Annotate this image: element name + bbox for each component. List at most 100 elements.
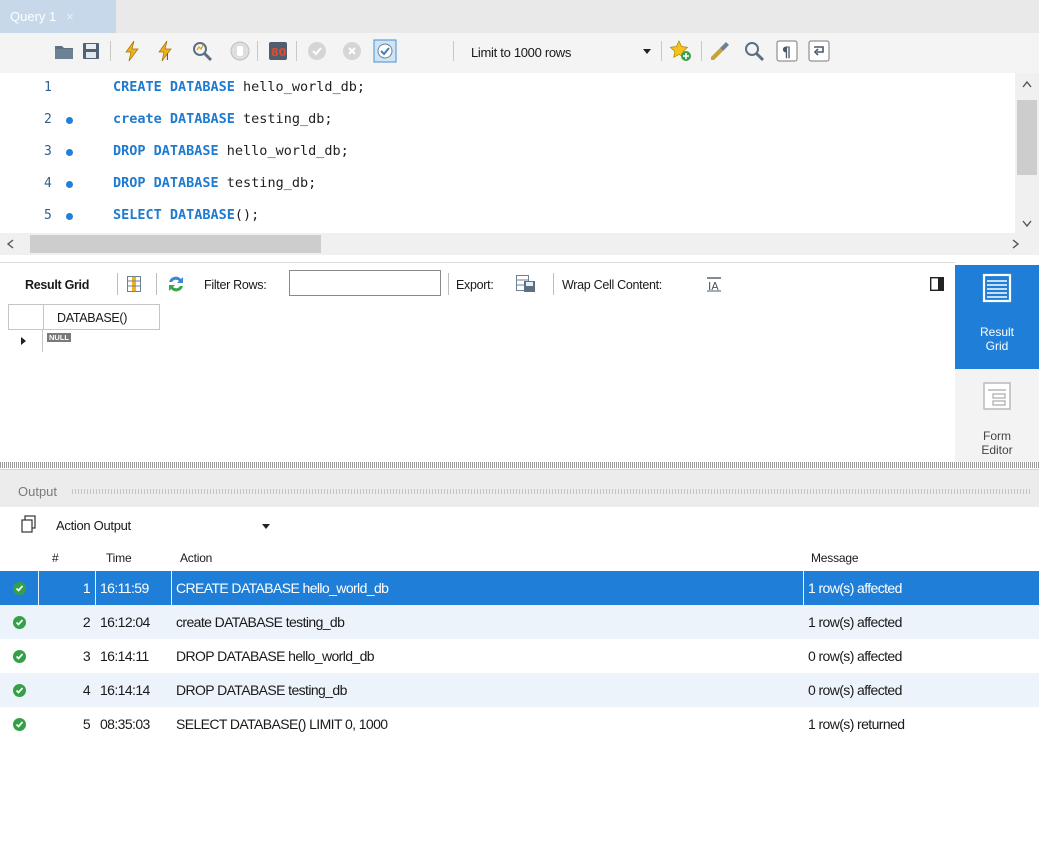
wrap-cell-label: Wrap Cell Content: [562,278,662,292]
col-header-message[interactable]: Message [811,551,858,565]
row-time: 16:14:14 [100,682,150,698]
limit-rows-select[interactable]: Limit to 1000 rows [461,38,657,64]
editor-line[interactable]: 2 create DATABASE testing_db; [0,105,1015,137]
col-header-action[interactable]: Action [180,551,212,565]
editor-line[interactable]: 4 DROP DATABASE testing_db; [0,169,1015,201]
result-toolbar: Result Grid Filter Rows: Export: Wrap Ce… [0,262,955,304]
output-table-header: # Time Action Message [0,543,1039,571]
row-action: DROP DATABASE hello_world_db [176,648,375,664]
editor-horizontal-scrollbar[interactable] [0,233,1039,255]
output-type-select[interactable]: Action Output [56,513,274,537]
editor-line[interactable]: 5 SELECT DATABASE(); [0,201,1015,233]
explain-icon[interactable] [190,39,214,63]
grid-row[interactable]: NULL [8,330,160,352]
grid-header: DATABASE() [8,304,160,330]
export-label: Export: [456,278,494,292]
stop-icon[interactable] [228,39,252,63]
toggle-panel-icon[interactable] [929,276,945,294]
output-type-label: Action Output [56,518,131,533]
find-icon[interactable] [742,39,766,63]
filter-rows-label: Filter Rows: [204,278,267,292]
bookmark-add-icon[interactable] [669,39,693,63]
row-message: 0 row(s) affected [808,648,902,664]
col-header-time[interactable]: Time [106,551,132,565]
result-grid-label[interactable]: Result Grid [25,278,89,292]
output-toolbar: Action Output [0,507,1039,543]
row-number: 1 [82,580,91,596]
copy-icon[interactable] [21,515,37,536]
tab-strip: Query 1 × [0,0,1039,33]
form-editor-button[interactable]: Form Editor [955,373,1039,465]
col-header-num[interactable]: # [52,551,59,565]
chevron-right-icon[interactable] [1012,239,1020,252]
grid-columns-icon[interactable] [127,276,141,295]
svg-text:80: 80 [271,46,287,59]
execute-current-icon[interactable]: I [153,39,177,63]
table-row[interactable]: 1 16:11:59 CREATE DATABASE hello_world_d… [0,571,1039,605]
statement-marker-icon [66,149,73,156]
wrap-cell-icon[interactable]: IA [705,276,723,295]
scroll-thumb[interactable] [1017,100,1037,175]
result-grid[interactable]: DATABASE() NULL [8,304,953,462]
chevron-up-icon[interactable] [1022,79,1032,91]
row-header-corner[interactable] [9,305,44,329]
editor-line[interactable]: 3 DROP DATABASE hello_world_db; [0,137,1015,169]
chevron-down-icon[interactable] [1022,219,1032,231]
toggle-continue-icon[interactable]: 80 [266,39,290,63]
wrap-icon[interactable] [807,39,831,63]
output-header: Output [0,469,1039,507]
save-icon[interactable] [79,39,103,63]
table-row[interactable]: 4 16:14:14 DROP DATABASE testing_db 0 ro… [0,673,1039,707]
row-header[interactable] [8,330,43,352]
code-text: create DATABASE testing_db; [113,111,333,127]
column-header[interactable]: DATABASE() [57,311,127,325]
panel-splitter[interactable] [0,462,1039,468]
action-output-table: # Time Action Message 1 16:11:59 CREATE … [0,543,1039,846]
row-action: CREATE DATABASE hello_world_db [176,580,389,596]
chevron-down-icon [643,49,651,54]
success-check-icon [13,582,26,595]
row-time: 16:12:04 [100,614,150,630]
row-number: 2 [82,614,91,630]
result-grid-button[interactable]: Result Grid [955,265,1039,369]
commit-icon[interactable] [305,39,329,63]
line-number: 4 [44,176,52,191]
row-number: 5 [82,716,91,732]
editor-line[interactable]: 1 CREATE DATABASE hello_world_db; [0,73,1015,105]
row-time: 16:14:11 [100,648,149,664]
tab-query-1[interactable]: Query 1 × [0,0,116,33]
svg-text:I: I [166,53,169,63]
beautify-icon[interactable] [708,39,732,63]
editor-vertical-scrollbar[interactable] [1015,73,1039,233]
filter-rows-input[interactable] [289,270,441,296]
success-check-icon [13,684,26,697]
export-icon[interactable] [516,275,536,296]
result-side-panel: Result Grid Form Editor [955,265,1039,465]
autocommit-icon[interactable] [373,39,397,63]
null-badge[interactable]: NULL [47,333,71,342]
execute-icon[interactable] [120,39,144,63]
row-number: 4 [82,682,91,698]
statement-marker-icon [66,117,73,124]
statement-marker-icon [66,181,73,188]
sql-editor[interactable]: 1 CREATE DATABASE hello_world_db; 2 crea… [0,73,1039,233]
scroll-thumb[interactable] [30,235,321,253]
invisible-chars-icon[interactable]: ¶ [775,39,799,63]
line-number: 1 [44,80,52,95]
refresh-icon[interactable] [167,276,185,295]
result-grid-text-2: Grid [985,339,1009,353]
svg-text:IA: IA [708,280,719,292]
table-row[interactable]: 5 08:35:03 SELECT DATABASE() LIMIT 0, 10… [0,707,1039,741]
close-icon[interactable]: × [66,9,74,24]
rollback-icon[interactable] [340,39,364,63]
chevron-left-icon[interactable] [6,239,14,252]
table-row[interactable]: 3 16:14:11 DROP DATABASE hello_world_db … [0,639,1039,673]
row-time: 08:35:03 [100,716,150,732]
row-pointer-icon [21,337,26,345]
code-text: SELECT DATABASE(); [113,207,260,223]
folder-open-icon[interactable] [52,39,76,63]
success-check-icon [13,718,26,731]
svg-text:¶: ¶ [782,45,791,61]
table-row[interactable]: 2 16:12:04 create DATABASE testing_db 1 … [0,605,1039,639]
row-message: 1 row(s) affected [808,580,902,596]
